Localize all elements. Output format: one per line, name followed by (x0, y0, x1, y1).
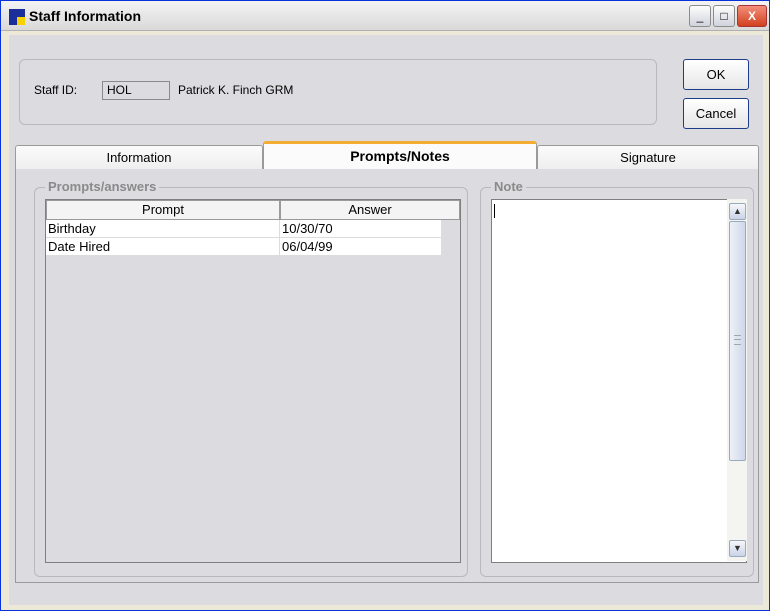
prompts-grid[interactable]: Prompt Answer Birthday 10/30/70 Date Hir… (45, 199, 461, 563)
prompt-cell[interactable]: Date Hired (46, 238, 280, 256)
tab-signature[interactable]: Signature (537, 145, 759, 170)
ok-button[interactable]: OK (683, 59, 749, 90)
tab-prompts-notes[interactable]: Prompts/Notes (263, 141, 537, 170)
tab-strip: Information Signature Prompts/Notes (9, 141, 763, 170)
prompts-notes-panel: Prompts/answers Prompt Answer Birthday 1… (15, 169, 759, 583)
column-header-answer[interactable]: Answer (280, 200, 460, 220)
staff-name-text: Patrick K. Finch GRM (178, 83, 294, 97)
maximize-button[interactable]: □ (713, 5, 735, 27)
tab-information[interactable]: Information (15, 145, 263, 170)
staff-id-label: Staff ID: (34, 83, 78, 97)
staff-id-field[interactable]: HOL (102, 81, 170, 100)
close-button[interactable]: X (737, 5, 767, 27)
staff-header-group: Staff ID: HOL Patrick K. Finch GRM (19, 59, 657, 125)
title-bar[interactable]: Staff Information _ □ X (1, 1, 769, 31)
note-group: Note ▲ ▼ (480, 179, 754, 577)
dialog-client-area: Staff ID: HOL Patrick K. Finch GRM OK Ca… (9, 35, 763, 605)
column-header-prompt[interactable]: Prompt (46, 200, 280, 220)
prompt-cell[interactable]: Birthday (46, 220, 280, 238)
prompts-answers-title: Prompts/answers (45, 179, 160, 194)
prompts-answers-group: Prompts/answers Prompt Answer Birthday 1… (34, 179, 468, 577)
cancel-button[interactable]: Cancel (683, 98, 749, 129)
staff-app-icon (9, 9, 25, 25)
note-textarea[interactable] (491, 199, 747, 563)
minimize-button[interactable]: _ (689, 5, 711, 27)
answer-cell[interactable]: 06/04/99 (280, 238, 442, 256)
staff-information-window: Staff Information _ □ X Staff ID: HOL Pa… (0, 0, 770, 611)
grid-header: Prompt Answer (46, 200, 460, 220)
note-title: Note (491, 179, 526, 194)
table-row[interactable]: Date Hired 06/04/99 (46, 238, 442, 256)
answer-cell[interactable]: 10/30/70 (280, 220, 442, 238)
table-row[interactable]: Birthday 10/30/70 (46, 220, 442, 238)
window-title: Staff Information (29, 8, 141, 24)
